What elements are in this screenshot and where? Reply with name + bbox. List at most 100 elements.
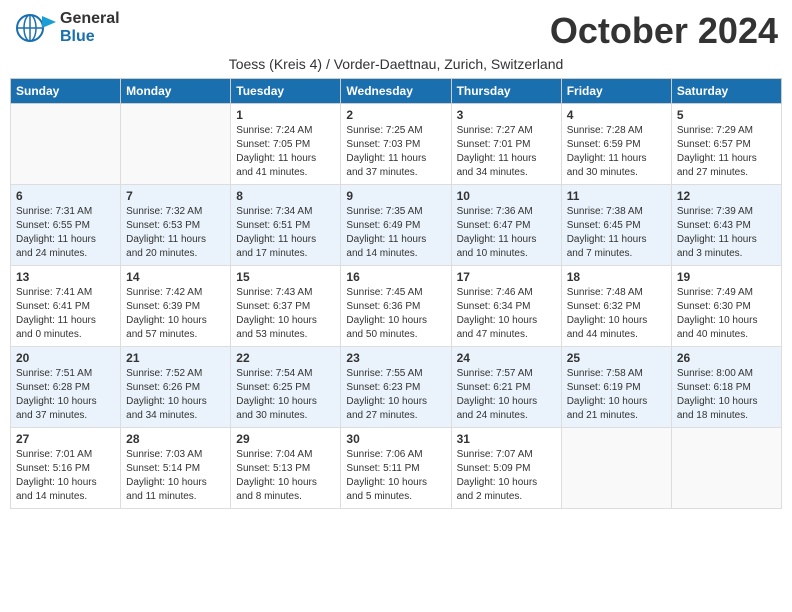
day-cell-11: 11 Sunrise: 7:38 AM Sunset: 6:45 PM Dayli… xyxy=(561,185,671,266)
day-cell-10: 10 Sunrise: 7:36 AM Sunset: 6:47 PM Dayli… xyxy=(451,185,561,266)
day-info: Sunrise: 7:34 AM Sunset: 6:51 PM Dayligh… xyxy=(236,205,335,261)
day-number: 1 xyxy=(236,108,335,122)
day-info: Sunrise: 7:31 AM Sunset: 6:55 PM Dayligh… xyxy=(16,205,115,261)
day-cell-17: 17 Sunrise: 7:46 AM Sunset: 6:34 PM Dayli… xyxy=(451,266,561,347)
day-info: Sunrise: 7:52 AM Sunset: 6:26 PM Dayligh… xyxy=(126,367,225,423)
day-cell-28: 28Sunrise: 7:03 AM Sunset: 5:14 PM Dayli… xyxy=(121,428,231,509)
day-number: 25 xyxy=(567,351,666,365)
empty-cell xyxy=(121,104,231,185)
day-info: Sunrise: 7:35 AM Sunset: 6:49 PM Dayligh… xyxy=(346,205,445,261)
day-number: 12 xyxy=(677,189,776,203)
day-number: 28 xyxy=(126,432,225,446)
weekday-monday: Monday xyxy=(121,79,231,104)
weekday-sunday: Sunday xyxy=(11,79,121,104)
day-info: Sunrise: 7:38 AM Sunset: 6:45 PM Dayligh… xyxy=(567,205,666,261)
day-number: 27 xyxy=(16,432,115,446)
day-info: Sunrise: 7:24 AM Sunset: 7:05 PM Dayligh… xyxy=(236,124,335,180)
day-cell-25: 25 Sunrise: 7:58 AM Sunset: 6:19 PM Dayli… xyxy=(561,347,671,428)
day-info: Sunrise: 7:46 AM Sunset: 6:34 PM Dayligh… xyxy=(457,286,556,342)
day-info: Sunrise: 7:54 AM Sunset: 6:25 PM Dayligh… xyxy=(236,367,335,423)
day-cell-3: 3 Sunrise: 7:27 AM Sunset: 7:01 PM Daylig… xyxy=(451,104,561,185)
day-cell-14: 14Sunrise: 7:42 AM Sunset: 6:39 PM Dayli… xyxy=(121,266,231,347)
day-number: 17 xyxy=(457,270,556,284)
day-number: 18 xyxy=(567,270,666,284)
day-number: 4 xyxy=(567,108,666,122)
calendar-week-5: 27 Sunrise: 7:01 AM Sunset: 5:16 PM Dayli… xyxy=(11,428,782,509)
day-info: Sunrise: 7:28 AM Sunset: 6:59 PM Dayligh… xyxy=(567,124,666,180)
day-cell-7: 7 Sunrise: 7:32 AM Sunset: 6:53 PM Daylig… xyxy=(121,185,231,266)
day-info: Sunrise: 7:06 AM Sunset: 5:11 PM Dayligh… xyxy=(346,448,445,504)
day-cell-22: 22 Sunrise: 7:54 AM Sunset: 6:25 PM Dayli… xyxy=(231,347,341,428)
day-cell-26: 26Sunrise: 8:00 AM Sunset: 6:18 PM Dayli… xyxy=(671,347,781,428)
day-info: Sunrise: 7:48 AM Sunset: 6:32 PM Dayligh… xyxy=(567,286,666,342)
day-number: 16 xyxy=(346,270,445,284)
day-number: 6 xyxy=(16,189,115,203)
day-number: 13 xyxy=(16,270,115,284)
day-info: Sunrise: 7:29 AM Sunset: 6:57 PM Dayligh… xyxy=(677,124,776,180)
day-info: Sunrise: 7:58 AM Sunset: 6:19 PM Dayligh… xyxy=(567,367,666,423)
day-number: 21 xyxy=(126,351,225,365)
weekday-tuesday: Tuesday xyxy=(231,79,341,104)
calendar-week-3: 13Sunrise: 7:41 AM Sunset: 6:41 PM Dayli… xyxy=(11,266,782,347)
day-cell-23: 23 Sunrise: 7:55 AM Sunset: 6:23 PM Dayli… xyxy=(341,347,451,428)
day-info: Sunrise: 7:57 AM Sunset: 6:21 PM Dayligh… xyxy=(457,367,556,423)
logo-text: General Blue xyxy=(60,10,120,45)
day-info: Sunrise: 7:36 AM Sunset: 6:47 PM Dayligh… xyxy=(457,205,556,261)
month-title: October 2024 xyxy=(550,10,778,52)
logo-icon xyxy=(14,10,56,46)
day-info: Sunrise: 7:43 AM Sunset: 6:37 PM Dayligh… xyxy=(236,286,335,342)
weekday-wednesday: Wednesday xyxy=(341,79,451,104)
day-cell-30: 30 Sunrise: 7:06 AM Sunset: 5:11 PM Dayli… xyxy=(341,428,451,509)
day-cell-9: 9 Sunrise: 7:35 AM Sunset: 6:49 PM Daylig… xyxy=(341,185,451,266)
day-number: 5 xyxy=(677,108,776,122)
day-cell-20: 20Sunrise: 7:51 AM Sunset: 6:28 PM Dayli… xyxy=(11,347,121,428)
day-info: Sunrise: 7:07 AM Sunset: 5:09 PM Dayligh… xyxy=(457,448,556,504)
day-number: 3 xyxy=(457,108,556,122)
day-cell-31: 31Sunrise: 7:07 AM Sunset: 5:09 PM Dayli… xyxy=(451,428,561,509)
day-cell-15: 15 Sunrise: 7:43 AM Sunset: 6:37 PM Dayli… xyxy=(231,266,341,347)
calendar-week-4: 20Sunrise: 7:51 AM Sunset: 6:28 PM Dayli… xyxy=(11,347,782,428)
day-number: 22 xyxy=(236,351,335,365)
day-info: Sunrise: 7:51 AM Sunset: 6:28 PM Dayligh… xyxy=(16,367,115,423)
day-number: 9 xyxy=(346,189,445,203)
day-info: Sunrise: 7:32 AM Sunset: 6:53 PM Dayligh… xyxy=(126,205,225,261)
day-info: Sunrise: 7:04 AM Sunset: 5:13 PM Dayligh… xyxy=(236,448,335,504)
day-cell-29: 29Sunrise: 7:04 AM Sunset: 5:13 PM Dayli… xyxy=(231,428,341,509)
calendar-week-1: 1 Sunrise: 7:24 AM Sunset: 7:05 PM Daylig… xyxy=(11,104,782,185)
day-number: 8 xyxy=(236,189,335,203)
empty-cell xyxy=(671,428,781,509)
day-info: Sunrise: 7:42 AM Sunset: 6:39 PM Dayligh… xyxy=(126,286,225,342)
empty-cell xyxy=(11,104,121,185)
weekday-friday: Friday xyxy=(561,79,671,104)
day-info: Sunrise: 7:25 AM Sunset: 7:03 PM Dayligh… xyxy=(346,124,445,180)
day-number: 23 xyxy=(346,351,445,365)
day-number: 30 xyxy=(346,432,445,446)
day-number: 7 xyxy=(126,189,225,203)
day-info: Sunrise: 7:01 AM Sunset: 5:16 PM Dayligh… xyxy=(16,448,115,504)
weekday-saturday: Saturday xyxy=(671,79,781,104)
day-number: 11 xyxy=(567,189,666,203)
weekday-thursday: Thursday xyxy=(451,79,561,104)
day-info: Sunrise: 7:55 AM Sunset: 6:23 PM Dayligh… xyxy=(346,367,445,423)
calendar-week-2: 6 Sunrise: 7:31 AM Sunset: 6:55 PM Daylig… xyxy=(11,185,782,266)
day-cell-6: 6 Sunrise: 7:31 AM Sunset: 6:55 PM Daylig… xyxy=(11,185,121,266)
day-number: 2 xyxy=(346,108,445,122)
day-number: 24 xyxy=(457,351,556,365)
day-cell-4: 4 Sunrise: 7:28 AM Sunset: 6:59 PM Daylig… xyxy=(561,104,671,185)
day-number: 10 xyxy=(457,189,556,203)
day-info: Sunrise: 7:27 AM Sunset: 7:01 PM Dayligh… xyxy=(457,124,556,180)
day-info: Sunrise: 7:49 AM Sunset: 6:30 PM Dayligh… xyxy=(677,286,776,342)
day-cell-5: 5 Sunrise: 7:29 AM Sunset: 6:57 PM Daylig… xyxy=(671,104,781,185)
day-cell-12: 12Sunrise: 7:39 AM Sunset: 6:43 PM Dayli… xyxy=(671,185,781,266)
logo-blue: Blue xyxy=(60,28,95,45)
day-cell-16: 16Sunrise: 7:45 AM Sunset: 6:36 PM Dayli… xyxy=(341,266,451,347)
day-cell-18: 18 Sunrise: 7:48 AM Sunset: 6:32 PM Dayli… xyxy=(561,266,671,347)
day-cell-13: 13Sunrise: 7:41 AM Sunset: 6:41 PM Dayli… xyxy=(11,266,121,347)
day-cell-19: 19 Sunrise: 7:49 AM Sunset: 6:30 PM Dayli… xyxy=(671,266,781,347)
logo: General Blue xyxy=(14,10,120,46)
day-cell-2: 2 Sunrise: 7:25 AM Sunset: 7:03 PM Daylig… xyxy=(341,104,451,185)
day-cell-1: 1 Sunrise: 7:24 AM Sunset: 7:05 PM Daylig… xyxy=(231,104,341,185)
day-number: 19 xyxy=(677,270,776,284)
calendar-subtitle: Toess (Kreis 4) / Vorder-Daettnau, Zuric… xyxy=(10,56,782,72)
day-number: 15 xyxy=(236,270,335,284)
